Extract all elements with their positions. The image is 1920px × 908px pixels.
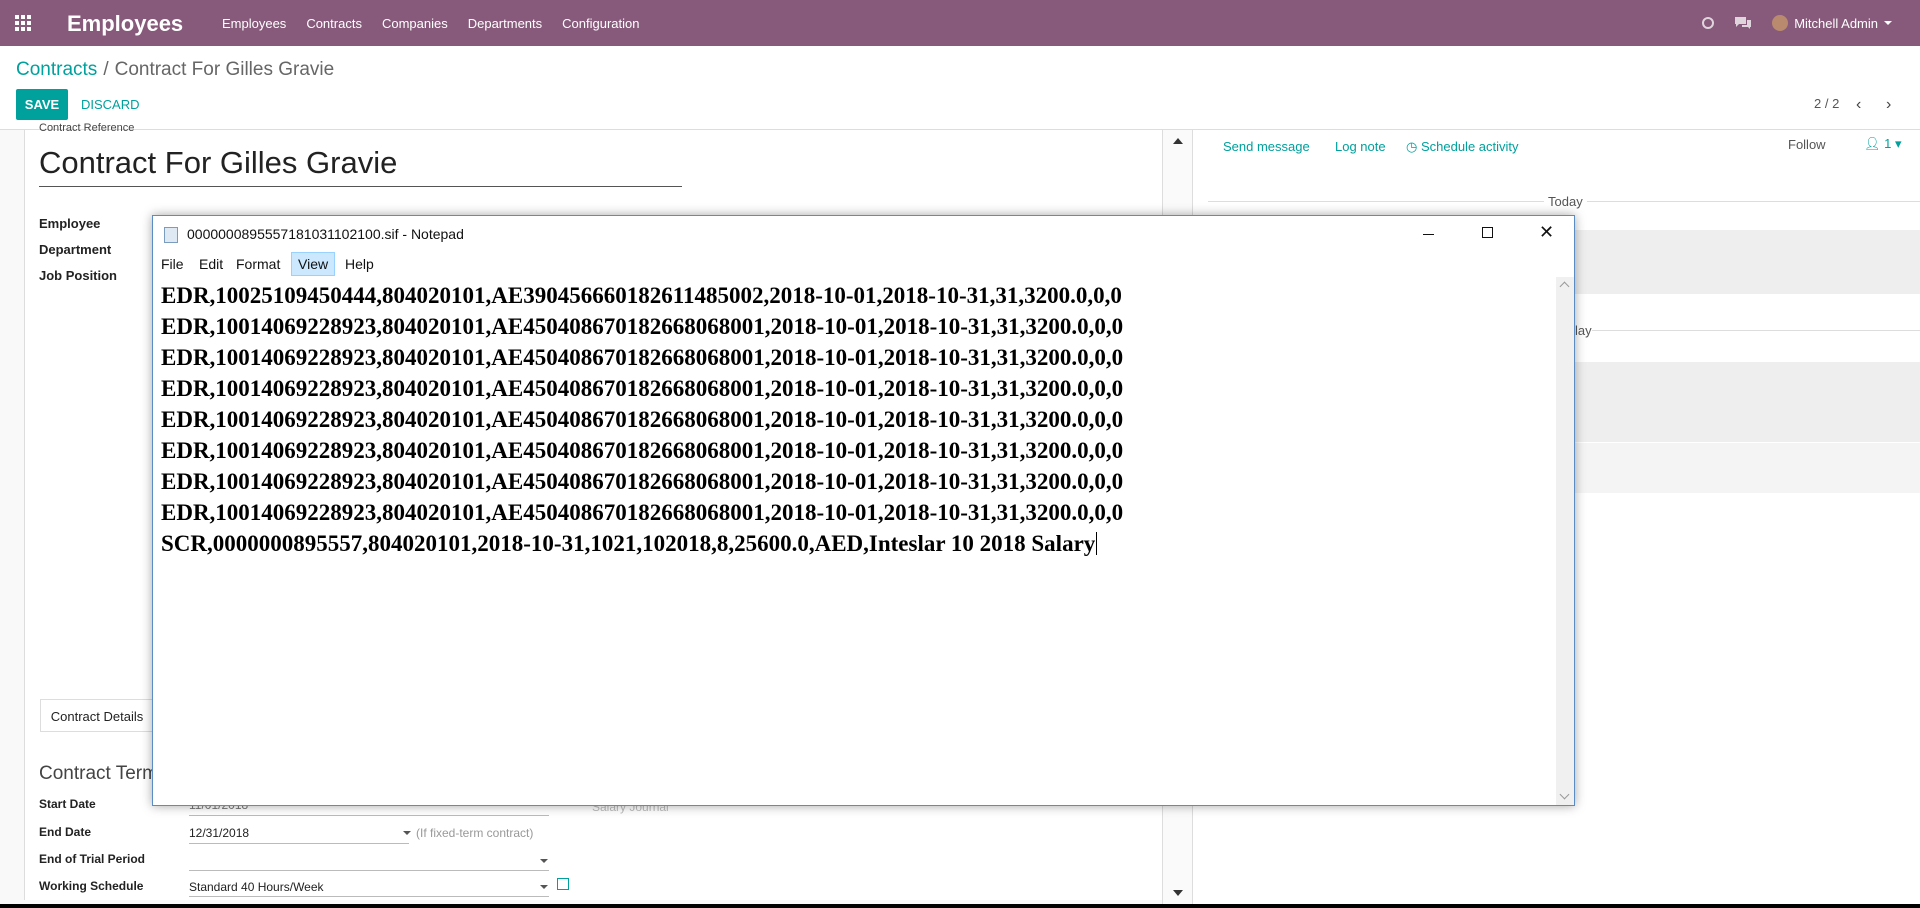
user-name[interactable]: Mitchell Admin [1794,16,1878,31]
systray: Mitchell Admin [1702,0,1920,46]
title-underline [39,186,682,187]
menu-companies[interactable]: Companies [382,16,448,31]
chatter-message [1575,443,1920,493]
followers-button[interactable]: 👤︎ 1 ▾ [1864,136,1902,152]
yesterday-separator: lay [1575,323,1592,338]
notepad-scrollbar[interactable] [1556,277,1574,805]
end-date-dropdown-icon[interactable] [403,831,411,835]
scroll-up-icon[interactable] [1173,138,1183,144]
start-date-label: Start Date [39,797,96,811]
employee-label: Employee [39,216,101,231]
followers-count: 1 [1884,136,1892,151]
schedule-underline [189,896,549,897]
notepad-title: 0000000895557181031102100.sif - Notepad [187,226,464,242]
trial-dropdown-icon[interactable] [540,859,548,863]
log-note-button[interactable]: Log note [1335,139,1386,154]
menu-help[interactable]: Help [339,253,380,275]
apps-menu-icon[interactable] [15,15,33,31]
chatter-message [1575,362,1920,442]
section-title: Contract Terms [39,763,168,784]
end-date-hint: (If fixed-term contract) [416,826,534,840]
user-icon: 👤︎ [1864,136,1881,151]
menu-format[interactable]: Format [230,253,286,275]
schedule-activity-button[interactable]: ◷ Schedule activity [1406,139,1519,155]
menu-file[interactable]: File [155,253,190,275]
text-line: EDR,10014069228923,804020101,AE450408670… [161,407,1124,432]
trial-underline [189,870,549,871]
text-line: EDR,10014069228923,804020101,AE450408670… [161,438,1124,463]
notepad-text-area[interactable]: EDR,10025109450444,804020101,AE390456660… [153,277,1556,805]
breadcrumb-separator: / [103,59,109,80]
today-separator: Today [1544,194,1587,209]
chevron-left-icon[interactable]: ‹ [1856,96,1861,114]
text-line: EDR,10014069228923,804020101,AE450408670… [161,469,1124,494]
top-navbar: Employees Employees Contracts Companies … [0,0,1920,46]
menu-contracts[interactable]: Contracts [306,16,362,31]
user-avatar[interactable] [1772,15,1789,31]
maximize-icon[interactable] [1482,227,1493,238]
menu-departments[interactable]: Departments [468,16,542,31]
notepad-titlebar[interactable]: 0000000895557181031102100.sif - Notepad … [153,216,1574,253]
menu-edit[interactable]: Edit [193,253,229,275]
start-date-underline [189,815,549,816]
end-date-label: End Date [39,825,92,839]
app-title[interactable]: Employees [67,11,183,37]
follow-button[interactable]: Follow [1788,137,1826,152]
text-line: EDR,10014069228923,804020101,AE450408670… [161,314,1124,339]
menu-employees[interactable]: Employees [222,16,286,31]
end-date-field[interactable]: 12/31/2018 [189,826,249,840]
breadcrumb-current: Contract For Gilles Gravie [114,59,335,80]
contract-title-input[interactable]: Contract For Gilles Gravie [39,145,397,181]
notepad-window[interactable]: 0000000895557181031102100.sif - Notepad … [152,215,1575,806]
pager-value[interactable]: 2 / 2 [1814,96,1839,111]
schedule-dropdown-icon[interactable] [540,885,548,889]
text-line: EDR,10025109450444,804020101,AE390456660… [161,283,1122,308]
chevron-down-icon[interactable] [1884,21,1892,25]
text-cursor [1096,532,1098,555]
yesterday-divider-line [1592,330,1920,331]
send-message-button[interactable]: Send message [1223,139,1310,154]
end-date-underline [189,843,409,844]
contract-reference-label: Contract Reference [39,122,135,134]
schedule-activity-label: Schedule activity [1420,139,1519,154]
job-position-label: Job Position [39,268,117,283]
text-line: EDR,10014069228923,804020101,AE450408670… [161,345,1124,370]
menu-configuration[interactable]: Configuration [562,16,639,31]
chatter-message [1575,230,1920,294]
scroll-up-icon[interactable] [1559,281,1570,292]
main-menu: Employees Contracts Companies Department… [222,16,659,31]
chevron-down-icon: ▾ [1895,136,1902,151]
notepad-app-icon [164,227,178,243]
scroll-down-icon[interactable] [1173,890,1183,896]
trial-period-label: End of Trial Period [39,852,146,866]
external-link-icon[interactable] [557,878,569,890]
scroll-down-icon[interactable] [1559,789,1570,800]
breadcrumb: Contracts / Contract For Gilles Gravie [16,59,334,81]
chevron-right-icon[interactable]: › [1886,96,1891,114]
activity-clock-icon[interactable] [1702,17,1715,29]
clock-icon: ◷ [1406,139,1418,154]
save-button[interactable]: SAVE [16,89,68,120]
working-schedule-label: Working Schedule [39,879,144,893]
department-label: Department [39,242,112,257]
close-icon[interactable]: ✕ [1539,222,1554,243]
working-schedule-field[interactable]: Standard 40 Hours/Week [189,880,324,894]
text-line-last: SCR,0000000895557,804020101,2018-10-31,1… [161,528,1098,559]
notepad-menubar: File Edit Format View Help [153,252,1574,277]
chat-icon[interactable] [1734,16,1752,30]
text-line: EDR,10014069228923,804020101,AE450408670… [161,500,1124,525]
minimize-icon[interactable] [1423,234,1434,235]
menu-view[interactable]: View [291,252,336,276]
breadcrumb-contracts[interactable]: Contracts [16,59,97,80]
text-line: EDR,10014069228923,804020101,AE450408670… [161,376,1124,401]
screen-bottom-edge [0,904,1920,908]
tab-contract-details[interactable]: Contract Details [40,699,154,732]
discard-button[interactable]: DISCARD [81,97,140,112]
text-line: SCR,0000000895557,804020101,2018-10-31,1… [161,531,1096,556]
